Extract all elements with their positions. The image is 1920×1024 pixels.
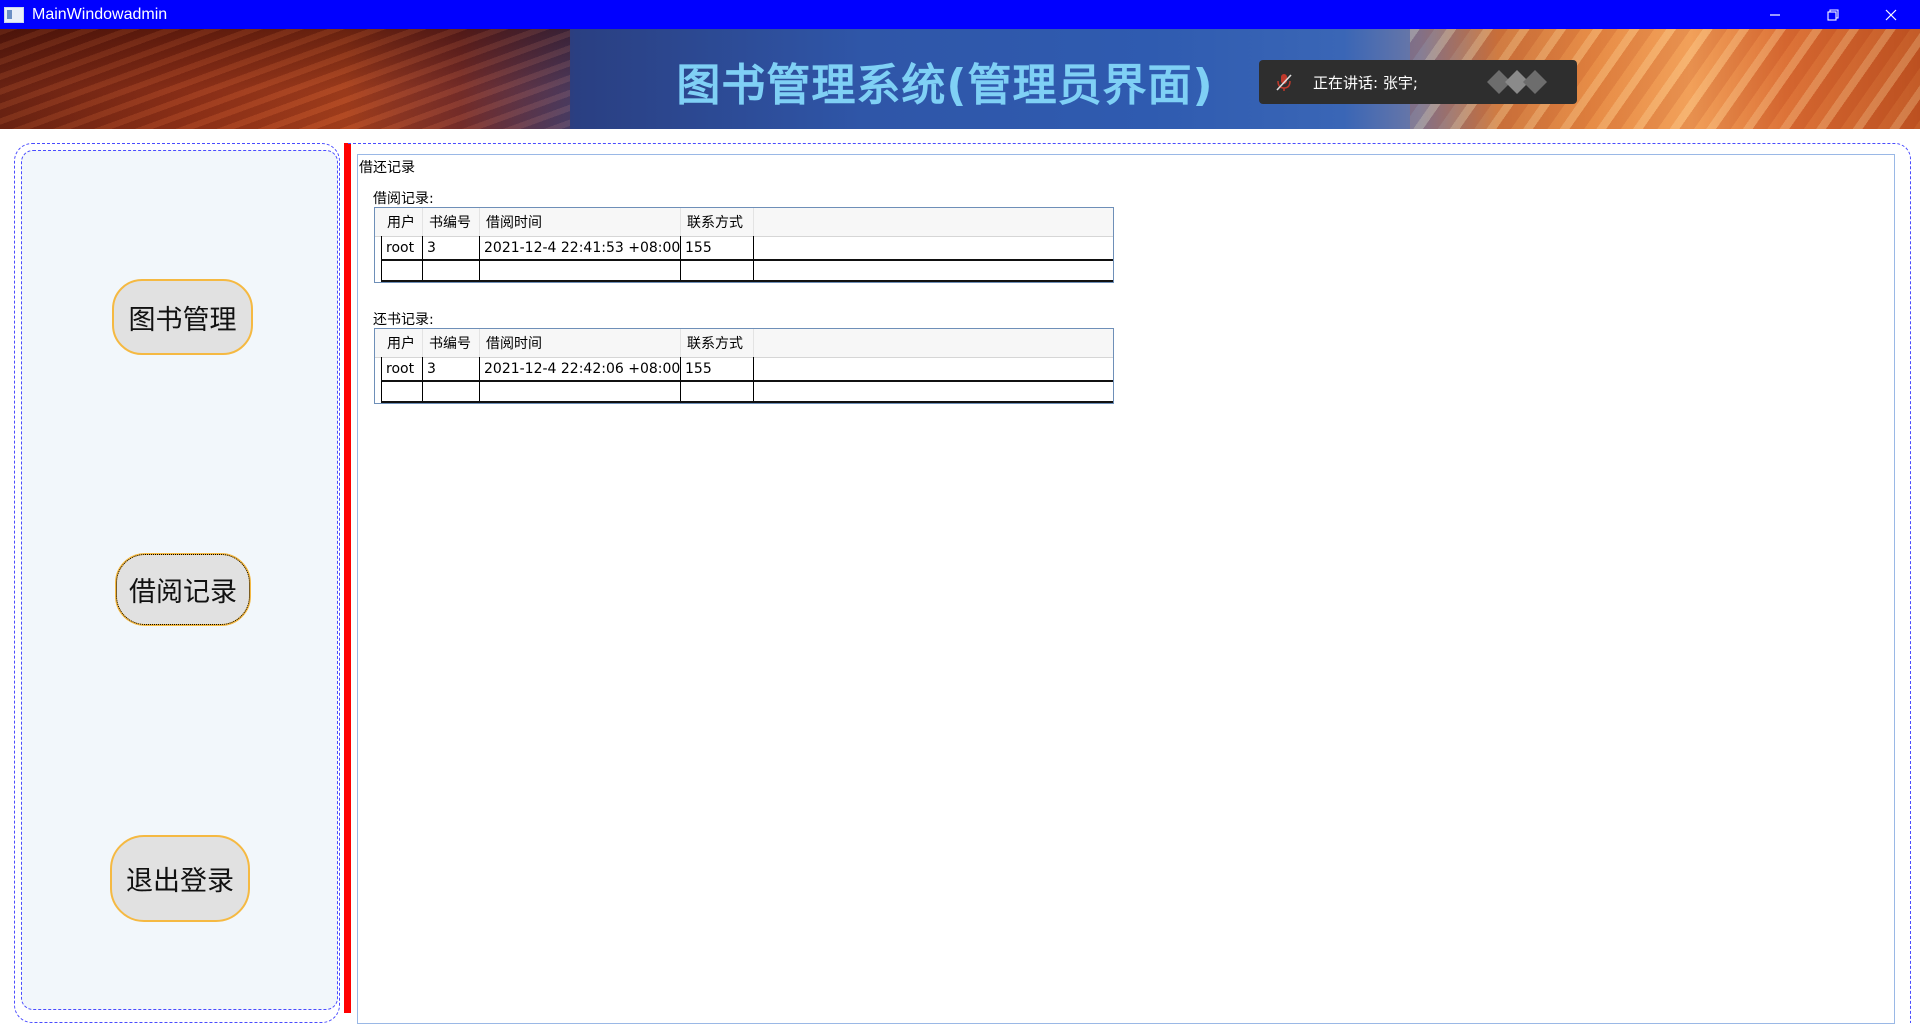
minimize-button[interactable] [1746, 0, 1804, 29]
cell-empty[interactable] [381, 260, 423, 282]
column-header-book-id[interactable]: 书编号 [423, 329, 480, 357]
speaking-toast: 正在讲话: 张宇; [1259, 60, 1577, 104]
cell-empty[interactable] [423, 381, 480, 403]
header-banner: 图书管理系统(管理员界面) [0, 29, 1920, 129]
column-header-user[interactable]: 用户 [381, 329, 423, 357]
window-titlebar[interactable]: MainWindowadmin [0, 0, 1920, 29]
restore-button[interactable] [1804, 0, 1862, 29]
cell-empty[interactable] [681, 381, 754, 403]
cell-empty[interactable] [681, 260, 754, 282]
nav-button-book-management[interactable]: 图书管理 [112, 279, 253, 355]
minimize-icon [1770, 13, 1780, 16]
cell-contact[interactable]: 155 [681, 357, 754, 380]
muted-microphone-icon [1273, 71, 1295, 93]
cell-return-time[interactable]: 2021-12-4 22:42:06 +08:00 [480, 357, 681, 380]
column-header-contact[interactable]: 联系方式 [681, 329, 754, 357]
cell-empty[interactable] [480, 260, 681, 282]
borrow-table-caption: 借阅记录: [373, 191, 434, 207]
cell-user[interactable]: root [381, 236, 423, 259]
restore-icon [1827, 8, 1839, 21]
row-divider [381, 401, 1113, 403]
cell-book-id[interactable]: 3 [423, 236, 480, 259]
close-icon [1885, 9, 1897, 20]
row-divider [381, 280, 1113, 282]
return-table-caption: 还书记录: [373, 312, 434, 328]
cell-borrow-time[interactable]: 2021-12-4 22:41:53 +08:00 [480, 236, 681, 259]
nav-button-borrow-records[interactable]: 借阅记录 [115, 553, 251, 626]
column-header-user[interactable]: 用户 [381, 208, 423, 236]
section-title: 借还记录 [359, 160, 415, 176]
nav-button-logout[interactable]: 退出登录 [110, 835, 250, 922]
app-icon [4, 6, 24, 23]
cell-contact[interactable]: 155 [681, 236, 754, 259]
cell-user[interactable]: root [381, 357, 423, 380]
banner-title: 图书管理系统(管理员界面) [676, 60, 1214, 111]
table-header: 用户 书编号 借阅时间 联系方式 [375, 208, 1113, 237]
content-panel [357, 154, 1895, 1024]
table-header: 用户 书编号 借阅时间 联系方式 [375, 329, 1113, 358]
cell-book-id[interactable]: 3 [423, 357, 480, 380]
column-header-book-id[interactable]: 书编号 [423, 208, 480, 236]
audio-wave-icon [1487, 70, 1547, 94]
cell-empty[interactable] [480, 381, 681, 403]
return-records-table[interactable]: 用户 书编号 借阅时间 联系方式 root 3 2021-12-4 22:42:… [374, 328, 1114, 404]
cell-empty[interactable] [381, 381, 423, 403]
close-button[interactable] [1862, 0, 1920, 29]
speaking-text: 正在讲话: 张宇; [1313, 73, 1418, 92]
cell-empty[interactable] [423, 260, 480, 282]
column-header-borrow-time[interactable]: 借阅时间 [480, 208, 681, 236]
borrow-records-table[interactable]: 用户 书编号 借阅时间 联系方式 root 3 2021-12-4 22:41:… [374, 207, 1114, 283]
column-header-borrow-time[interactable]: 借阅时间 [480, 329, 681, 357]
column-header-contact[interactable]: 联系方式 [681, 208, 754, 236]
window-controls [1746, 0, 1920, 29]
window-title: MainWindowadmin [32, 5, 168, 23]
